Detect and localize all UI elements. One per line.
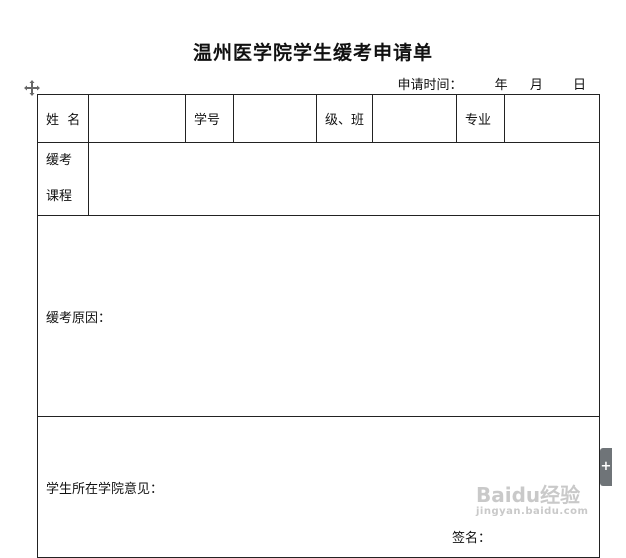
reason-field[interactable]: 缓考原因： xyxy=(37,215,600,417)
deferred-course-field[interactable] xyxy=(88,142,600,216)
college-opinion-label: 学生所在学院意见： xyxy=(46,481,164,497)
year-label: 年 xyxy=(494,78,508,93)
baidu-jingyan-watermark: Baidu经验 jingyan.baidu.com xyxy=(476,484,588,518)
name-label: 姓 名 xyxy=(37,94,89,143)
name-field[interactable] xyxy=(88,94,186,143)
signature-label: 签名： xyxy=(452,531,492,546)
student-id-field[interactable] xyxy=(233,94,317,143)
major-label: 专业 xyxy=(456,94,505,143)
course-row: 缓考 课程 xyxy=(37,142,600,216)
class-label: 级、班 xyxy=(316,94,373,143)
basic-info-row: 姓 名 学号 级、班 专业 xyxy=(37,94,600,143)
reason-row: 缓考原因： xyxy=(37,215,600,417)
major-field[interactable] xyxy=(504,94,600,143)
course-label-line2: 课程 xyxy=(46,189,73,204)
class-field[interactable] xyxy=(372,94,457,143)
watermark-url: jingyan.baidu.com xyxy=(476,506,589,517)
application-date-label: 申请时间： xyxy=(397,78,463,93)
day-label: 日 xyxy=(572,78,586,93)
side-expand-button[interactable]: + xyxy=(600,448,612,486)
application-date-line: 申请时间： 年 月 日 xyxy=(398,74,586,93)
deferred-course-label: 缓考 课程 xyxy=(37,142,89,216)
month-label: 月 xyxy=(529,78,543,93)
student-id-label: 学号 xyxy=(185,94,234,143)
form-title: 温州医学院学生缓考申请单 xyxy=(192,42,433,64)
course-label-line1: 缓考 xyxy=(46,153,73,168)
watermark-brand: Baidu经验 xyxy=(476,483,581,507)
reason-label: 缓考原因： xyxy=(46,310,112,326)
